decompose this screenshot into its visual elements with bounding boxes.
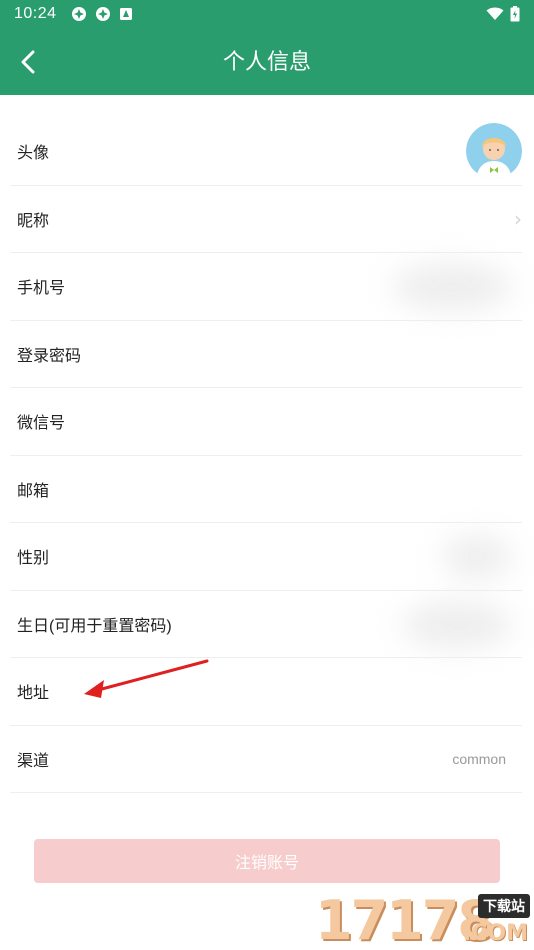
avatar-image [466, 123, 522, 180]
row-label: 手机号 [17, 280, 66, 298]
chevron-right-icon: › [514, 206, 522, 231]
row-label: 登录密码 [17, 347, 82, 365]
row-channel[interactable]: 渠道 common [10, 726, 522, 793]
row-login-password[interactable]: 登录密码 [10, 321, 522, 388]
status-system-icons [486, 6, 520, 22]
page-title: 个人信息 [222, 49, 311, 74]
row-gender[interactable]: 性别 [10, 523, 522, 591]
row-wechat[interactable]: 微信号 [10, 388, 522, 456]
row-phone[interactable]: 手机号 [10, 253, 522, 321]
redacted-value-mask [392, 263, 512, 311]
profile-info-list: 头像 昵称 › 手机号 登录密码 微信号 邮箱 性别 生日(可用于重置密码) 地… [0, 118, 534, 793]
status-bar: 10:24 [0, 0, 534, 28]
watermark-suffix: .COM [462, 921, 528, 946]
row-label: 昵称 [17, 212, 50, 230]
status-notification-icons [71, 6, 133, 22]
row-label: 邮箱 [17, 482, 50, 500]
row-birthday[interactable]: 生日(可用于重置密码) [10, 591, 522, 658]
row-label: 渠道 [17, 752, 50, 770]
row-label: 头像 [17, 145, 50, 163]
row-avatar[interactable]: 头像 [10, 118, 522, 186]
redacted-value-mask [402, 600, 512, 649]
redacted-value-mask [442, 535, 512, 579]
row-label: 地址 [17, 685, 50, 703]
row-label: 性别 [17, 550, 50, 568]
status-time: 10:24 [14, 5, 57, 22]
row-label: 生日(可用于重置密码) [17, 617, 172, 635]
notification-icon [95, 7, 110, 21]
title-bar: 个人信息 [0, 28, 534, 95]
battery-icon [510, 6, 520, 22]
cancel-account-button[interactable]: 注销账号 [34, 839, 500, 883]
watermark-logo: 17178 下载站 .COM [309, 888, 534, 950]
row-address[interactable]: 地址 [10, 658, 522, 726]
watermark-tag: 下载站 [478, 894, 530, 918]
profile-page: 10:24 个人信息 头像 昵称 › 手机号 登录密码 微信号 邮箱 性别 生日… [0, 0, 534, 950]
channel-value: common [452, 750, 506, 767]
wifi-icon [486, 7, 504, 20]
row-email[interactable]: 邮箱 [10, 456, 522, 523]
row-nickname[interactable]: 昵称 › [10, 186, 522, 253]
avatar[interactable] [466, 123, 522, 180]
app-notification-icon [119, 8, 132, 20]
row-label: 微信号 [17, 415, 66, 433]
notification-icon [71, 7, 86, 21]
